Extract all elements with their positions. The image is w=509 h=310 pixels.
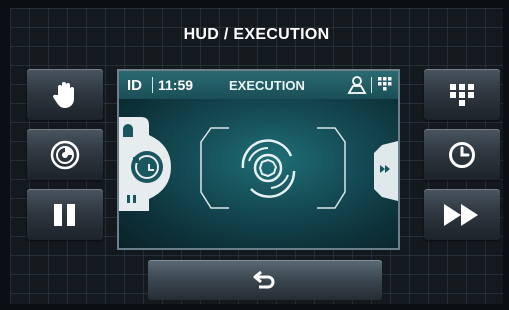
id-label: ID	[127, 77, 142, 94]
header-divider	[371, 77, 372, 93]
fast-forward-button[interactable]	[424, 189, 500, 240]
clock-icon	[449, 141, 475, 168]
stop-hand-button[interactable]	[27, 69, 103, 120]
pause-button[interactable]	[27, 189, 103, 240]
keypad-button[interactable]	[424, 69, 500, 120]
execution-panel: ID 11:59 EXECUTION	[117, 69, 400, 250]
washer-drum-icon	[241, 139, 296, 198]
screen: HUD / EXECUTION ID 11:59 EXECUTION	[10, 8, 503, 304]
back-button[interactable]	[148, 260, 382, 300]
back-icon	[253, 270, 275, 289]
next-phase-tab[interactable]	[374, 141, 398, 201]
user-icon[interactable]	[347, 75, 367, 100]
phase-dial	[119, 117, 171, 211]
time-display: 11:59	[152, 77, 193, 93]
spin-disc-icon	[50, 140, 80, 169]
status-label: EXECUTION	[229, 78, 305, 93]
keypad-icon[interactable]	[378, 77, 392, 96]
clock-button[interactable]	[424, 129, 500, 180]
keypad-icon	[450, 83, 474, 106]
page-title: HUD / EXECUTION	[183, 26, 330, 43]
fast-forward-icon	[444, 203, 478, 226]
hand-icon	[52, 81, 74, 108]
pause-icon	[54, 203, 75, 226]
spin-button[interactable]	[27, 129, 103, 180]
panel-header: ID 11:59 EXECUTION	[119, 71, 398, 99]
